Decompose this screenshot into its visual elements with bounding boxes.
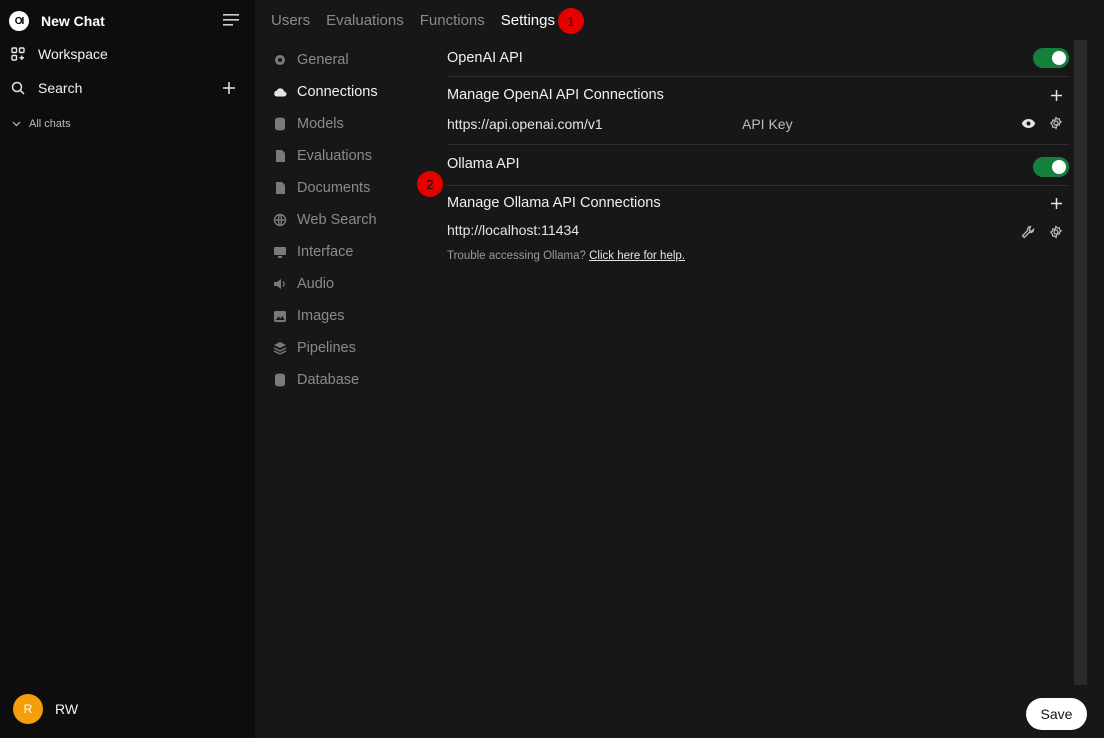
nav-images-label: Images: [297, 308, 345, 324]
nav-interface[interactable]: Interface: [273, 236, 378, 268]
ollama-api-toggle[interactable]: [1033, 157, 1069, 177]
new-chat-label: New Chat: [41, 13, 105, 29]
openai-url[interactable]: https://api.openai.com/v1: [447, 116, 603, 132]
nav-database[interactable]: Database: [273, 364, 378, 396]
avatar: R: [13, 694, 43, 724]
database-stack-icon: [273, 117, 287, 131]
ollama-help-text: Trouble accessing Ollama? Click here for…: [447, 250, 685, 262]
plus-icon[interactable]: [221, 80, 237, 96]
annotation-marker-2: 2: [417, 171, 443, 197]
all-chats-label: All chats: [29, 118, 71, 130]
layers-icon: [273, 341, 287, 355]
image-icon: [273, 309, 287, 323]
ollama-settings-gear-icon[interactable]: [1048, 224, 1064, 240]
brand-logo: OI: [9, 11, 29, 31]
globe-icon: [273, 213, 287, 227]
openai-api-title: OpenAI API: [447, 50, 523, 66]
settings-nav: General Connections Models Evaluations D…: [273, 44, 378, 396]
help-question: Trouble accessing Ollama?: [447, 250, 586, 262]
nav-connections[interactable]: Connections: [273, 76, 378, 108]
nav-pipelines-label: Pipelines: [297, 340, 356, 356]
tab-settings[interactable]: Settings: [501, 12, 555, 29]
nav-audio-label: Audio: [297, 276, 335, 292]
gear-icon: [273, 53, 287, 67]
tab-functions[interactable]: Functions: [420, 12, 485, 29]
monitor-icon: [273, 245, 287, 259]
file-icon: [273, 181, 287, 195]
divider: [447, 185, 1069, 186]
document-icon: [273, 149, 287, 163]
save-button[interactable]: Save: [1026, 698, 1087, 730]
nav-evaluations-label: Evaluations: [297, 148, 372, 164]
speaker-icon: [273, 277, 287, 291]
tab-users[interactable]: Users: [271, 12, 310, 29]
user-menu[interactable]: R RW: [13, 694, 78, 724]
workspace-icon: [10, 46, 26, 62]
search-label: Search: [38, 80, 83, 96]
workspace-label: Workspace: [38, 46, 108, 62]
nav-models[interactable]: Models: [273, 108, 378, 140]
new-chat-button[interactable]: OI New Chat: [9, 11, 105, 31]
scrollbar[interactable]: [1074, 40, 1087, 685]
annotation-marker-1: 1: [558, 8, 584, 34]
nav-evaluations[interactable]: Evaluations: [273, 140, 378, 172]
nav-general-label: General: [297, 52, 349, 68]
all-chats-toggle[interactable]: All chats: [12, 118, 71, 130]
ollama-url[interactable]: http://localhost:11434: [447, 222, 579, 238]
nav-models-label: Models: [297, 116, 344, 132]
nav-pipelines[interactable]: Pipelines: [273, 332, 378, 364]
eye-icon[interactable]: [1020, 115, 1036, 131]
admin-tabs: Users Evaluations Functions Settings: [271, 12, 571, 29]
nav-general[interactable]: General: [273, 44, 378, 76]
openai-api-toggle[interactable]: [1033, 48, 1069, 68]
manage-openai-connections-title: Manage OpenAI API Connections: [447, 87, 664, 103]
manage-ollama-connections-title: Manage Ollama API Connections: [447, 195, 661, 211]
nav-database-label: Database: [297, 372, 360, 388]
openai-api-key-field[interactable]: API Key: [742, 116, 793, 132]
divider: [447, 144, 1069, 145]
sidebar: OI New Chat Workspace Search All chats R…: [0, 0, 255, 738]
nav-documents[interactable]: Documents: [273, 172, 378, 204]
search-icon: [10, 80, 26, 96]
database-icon: [273, 373, 287, 387]
workspace-button[interactable]: Workspace: [10, 46, 108, 62]
search-button[interactable]: Search: [10, 80, 82, 96]
tab-evaluations[interactable]: Evaluations: [326, 12, 404, 29]
help-link[interactable]: Click here for help.: [589, 250, 685, 262]
add-ollama-connection-icon[interactable]: [1050, 197, 1063, 210]
divider: [447, 76, 1069, 77]
ollama-api-title: Ollama API: [447, 156, 520, 172]
nav-web-search[interactable]: Web Search: [273, 204, 378, 236]
nav-audio[interactable]: Audio: [273, 268, 378, 300]
nav-documents-label: Documents: [297, 180, 371, 196]
nav-images[interactable]: Images: [273, 300, 378, 332]
cloud-icon: [273, 85, 287, 99]
nav-web-search-label: Web Search: [297, 212, 377, 228]
add-openai-connection-icon[interactable]: [1050, 89, 1063, 102]
nav-connections-label: Connections: [297, 84, 378, 100]
nav-interface-label: Interface: [297, 244, 354, 260]
wrench-icon[interactable]: [1020, 224, 1036, 240]
openai-settings-gear-icon[interactable]: [1048, 115, 1064, 131]
menu-icon[interactable]: [222, 13, 240, 27]
user-name: RW: [55, 701, 79, 717]
chevron-down-icon: [12, 119, 21, 130]
